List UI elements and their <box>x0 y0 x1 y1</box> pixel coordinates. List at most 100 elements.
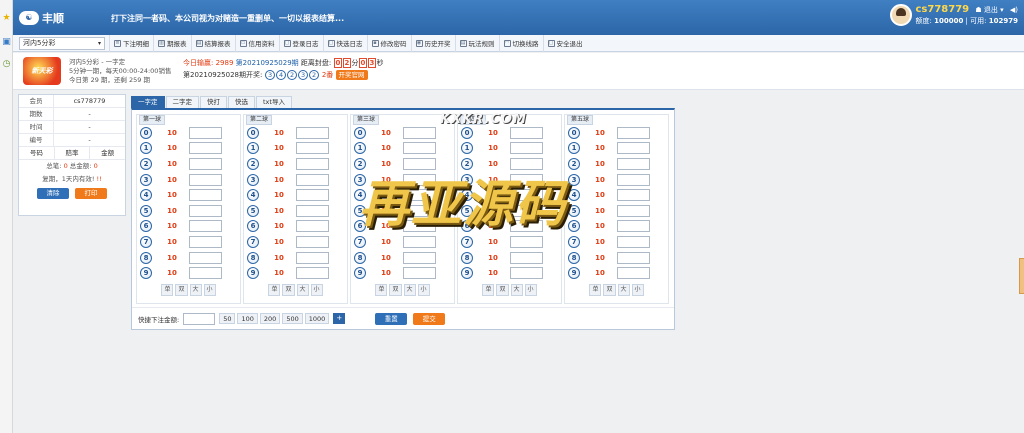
number-ball[interactable]: 5 <box>568 204 580 217</box>
tab-txt-import[interactable]: txt导入 <box>256 96 292 108</box>
bet-amount-input[interactable] <box>189 204 222 217</box>
bet-amount-input[interactable] <box>189 251 222 264</box>
nav-logout[interactable]: ▢ 安全退出 <box>542 34 587 52</box>
number-ball[interactable]: 8 <box>140 251 152 264</box>
tab-two-digit[interactable]: 二字定 <box>165 96 199 108</box>
bet-amount-input[interactable] <box>403 220 436 233</box>
number-ball[interactable]: 5 <box>247 204 259 217</box>
amount-chip[interactable]: 200 <box>259 313 281 324</box>
bet-amount-input[interactable] <box>403 142 436 155</box>
bet-amount-input[interactable] <box>617 204 650 217</box>
number-ball[interactable]: 0 <box>140 126 152 139</box>
quick-select-button[interactable]: 单 <box>589 283 602 296</box>
number-ball[interactable]: 7 <box>354 235 366 248</box>
side-float-tab[interactable] <box>1019 258 1024 294</box>
bet-amount-input[interactable] <box>510 126 543 139</box>
bet-amount-input[interactable] <box>510 204 543 217</box>
bet-amount-input[interactable] <box>296 235 329 248</box>
quick-select-button[interactable]: 大 <box>510 283 523 296</box>
bet-amount-input[interactable] <box>617 220 650 233</box>
bet-amount-input[interactable] <box>510 157 543 170</box>
bet-amount-input[interactable] <box>296 220 329 233</box>
number-ball[interactable]: 9 <box>140 267 152 280</box>
number-ball[interactable]: 3 <box>461 173 473 186</box>
nav-login-log[interactable]: ▢ 登录日志 <box>278 34 323 52</box>
number-ball[interactable]: 0 <box>568 126 580 139</box>
bet-amount-input[interactable] <box>296 204 329 217</box>
tab-quick-pick[interactable]: 快选 <box>228 96 255 108</box>
quick-select-button[interactable]: 小 <box>203 283 216 296</box>
quick-select-button[interactable]: 双 <box>496 283 509 296</box>
bet-amount-input[interactable] <box>510 142 543 155</box>
number-ball[interactable]: 0 <box>354 126 366 139</box>
bet-amount-input[interactable] <box>296 173 329 186</box>
nav-rules[interactable]: ▤ 玩法规则 <box>454 34 499 52</box>
quick-select-button[interactable]: 双 <box>282 283 295 296</box>
nav-credit-info[interactable]: ▭ 信用资料 <box>234 34 279 52</box>
quick-select-button[interactable]: 单 <box>268 283 281 296</box>
quick-select-button[interactable]: 大 <box>296 283 309 296</box>
quick-select-button[interactable]: 单 <box>375 283 388 296</box>
clock-icon[interactable]: ◷ <box>2 60 11 69</box>
number-ball[interactable]: 2 <box>140 157 152 170</box>
star-icon[interactable]: ★ <box>2 14 11 23</box>
number-ball[interactable]: 0 <box>461 126 473 139</box>
bet-amount-input[interactable] <box>617 235 650 248</box>
bet-amount-input[interactable] <box>296 251 329 264</box>
quick-select-button[interactable]: 小 <box>524 283 537 296</box>
chat-icon[interactable]: ▣ <box>2 38 11 47</box>
amount-chip[interactable]: 50 <box>219 313 236 324</box>
bet-amount-input[interactable] <box>617 173 650 186</box>
number-ball[interactable]: 7 <box>461 235 473 248</box>
tab-quick-hit[interactable]: 快打 <box>200 96 227 108</box>
game-select[interactable]: 河内5分彩 ▾ <box>19 36 105 50</box>
number-ball[interactable]: 6 <box>247 220 259 233</box>
bet-amount-input[interactable] <box>403 267 436 280</box>
number-ball[interactable]: 1 <box>247 142 259 155</box>
number-ball[interactable]: 4 <box>461 189 473 202</box>
number-ball[interactable]: 9 <box>354 267 366 280</box>
quick-select-button[interactable]: 小 <box>631 283 644 296</box>
quick-select-button[interactable]: 小 <box>310 283 323 296</box>
bet-amount-input[interactable] <box>403 126 436 139</box>
bet-amount-input[interactable] <box>189 220 222 233</box>
bet-amount-input[interactable] <box>510 220 543 233</box>
nav-period-report[interactable]: ▥ 期报表 <box>153 34 191 52</box>
number-ball[interactable]: 8 <box>568 251 580 264</box>
number-ball[interactable]: 9 <box>568 267 580 280</box>
app-logo[interactable]: ☯ 丰顺 <box>19 9 64 27</box>
nav-bet-detail[interactable]: ≡ 下注明细 <box>109 34 153 52</box>
number-ball[interactable]: 7 <box>568 235 580 248</box>
quick-select-button[interactable]: 双 <box>603 283 616 296</box>
bet-amount-input[interactable] <box>189 235 222 248</box>
number-ball[interactable]: 4 <box>354 189 366 202</box>
bet-amount-input[interactable] <box>617 126 650 139</box>
number-ball[interactable]: 5 <box>140 204 152 217</box>
nav-switch-line[interactable]: ◠ 切换线路 <box>498 34 543 52</box>
bet-amount-input[interactable] <box>403 173 436 186</box>
number-ball[interactable]: 7 <box>140 235 152 248</box>
number-ball[interactable]: 8 <box>461 251 473 264</box>
bet-amount-input[interactable] <box>296 189 329 202</box>
quick-select-button[interactable]: 单 <box>161 283 174 296</box>
bet-amount-input[interactable] <box>617 189 650 202</box>
number-ball[interactable]: 1 <box>461 142 473 155</box>
number-ball[interactable]: 2 <box>461 157 473 170</box>
number-ball[interactable]: 9 <box>247 267 259 280</box>
quick-select-button[interactable]: 大 <box>403 283 416 296</box>
nav-quick-log[interactable]: ▢ 快选日志 <box>322 34 367 52</box>
bet-amount-input[interactable] <box>189 157 222 170</box>
quick-select-button[interactable]: 大 <box>189 283 202 296</box>
bet-amount-input[interactable] <box>296 142 329 155</box>
bet-amount-input[interactable] <box>189 173 222 186</box>
amount-chip[interactable]: 1000 <box>304 313 330 324</box>
bet-amount-input[interactable] <box>403 235 436 248</box>
number-ball[interactable]: 7 <box>247 235 259 248</box>
clear-button[interactable]: 清除 <box>37 188 69 199</box>
number-ball[interactable]: 6 <box>354 220 366 233</box>
reset-button[interactable]: 重置 <box>375 312 408 325</box>
number-ball[interactable]: 4 <box>247 189 259 202</box>
bet-amount-input[interactable] <box>296 126 329 139</box>
bet-amount-input[interactable] <box>617 157 650 170</box>
number-ball[interactable]: 4 <box>568 189 580 202</box>
